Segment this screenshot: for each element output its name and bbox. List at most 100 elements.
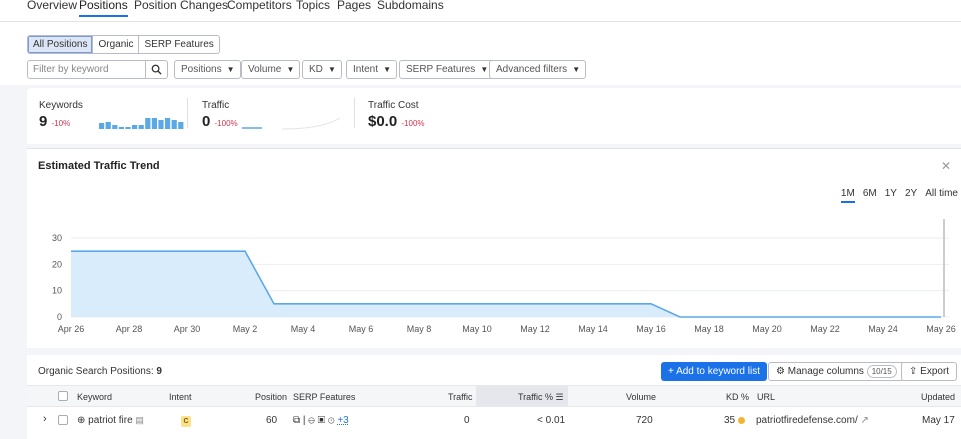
row-checkbox[interactable] [58,415,68,425]
metric-traffic-cost[interactable]: Traffic Cost $0.0 -100% [368,100,425,130]
table-title: Organic Search Positions: 9 [38,366,162,377]
advanced-filters-dropdown[interactable]: Advanced filters ▼ [489,60,587,79]
kd-dropdown-label: KD [309,64,323,75]
col-updated[interactable]: Updated [921,392,955,402]
table-row: › ⊕ patriot fire ▤ C 60 ⧉ | ⊖ ▣ ⊙ +3 0 <… [27,407,961,433]
tab-competitors[interactable]: Competitors [227,0,292,12]
metric-traffic[interactable]: Traffic 0 -100% [202,100,341,130]
table-header-row: Keyword Intent Position SERP Features Tr… [27,385,961,407]
select-all-checkbox[interactable] [58,391,68,401]
metric-keywords-change: -10% [51,119,71,128]
kd-cell: 35 [724,415,745,426]
metric-traffic-change: -100% [214,119,238,128]
col-intent[interactable]: Intent [169,392,192,402]
intent-cell: C [181,415,191,427]
positions-dropdown-label: Positions [181,64,222,75]
updated-cell: May 17 [922,415,955,426]
expand-row-icon[interactable]: › [43,413,47,425]
keyword-filter-input[interactable] [28,61,146,78]
add-circle-icon: ⊕ [77,415,86,426]
sparkline-bar [99,123,105,129]
export-icon: ⇪ [909,366,918,377]
url-link[interactable]: patriotfiredefense.com/ ↗ [756,415,869,426]
tab-pages[interactable]: Pages [337,0,371,12]
export-button[interactable]: ⇪ Export [901,362,958,381]
col-serp-features[interactable]: SERP Features [293,392,355,402]
report-tabs: Overview Positions Position Changes Comp… [0,0,961,22]
serp-more-link[interactable]: +3 [337,415,348,426]
col-traffic[interactable]: Traffic [448,392,473,402]
y-tick-label: 30 [52,233,62,243]
x-tick-label: May 24 [868,324,898,334]
tab-positions[interactable]: Positions [79,0,128,17]
serp-snapshot-icon: ▤ [135,415,144,425]
traffic-area [71,251,941,317]
divider [187,98,188,128]
metric-keywords-value: 9 -10% [39,113,71,130]
x-tick-label: May 22 [810,324,840,334]
metric-keywords-label: Keywords [39,100,83,111]
manage-columns-button[interactable]: ⚙ Manage columns 10/15 [768,362,905,381]
search-button[interactable] [145,61,167,78]
keywords-sparkline [99,118,184,129]
volume-dropdown[interactable]: Volume ▼ [241,60,301,79]
external-link-icon: ↗ [860,415,869,426]
col-traffic-pct[interactable]: Traffic % ☰ [518,392,564,403]
positions-dropdown[interactable]: Positions ▼ [174,60,241,79]
y-tick-label: 0 [57,312,62,322]
serp-features-dropdown[interactable]: SERP Features ▼ [399,60,495,79]
volume-cell: 720 [636,415,653,426]
col-volume[interactable]: Volume [626,392,656,402]
sparkline-bar [171,120,177,129]
segment-organic[interactable]: Organic [93,36,140,53]
add-to-keyword-list-button[interactable]: + Add to keyword list [661,362,767,381]
export-label: Export [920,366,950,377]
x-tick-label: May 12 [520,324,550,334]
sparkline-bar [112,125,118,129]
chevron-down-icon: ▼ [327,65,336,74]
sparkline-bar [178,122,184,129]
tab-position-changes[interactable]: Position Changes [134,0,228,12]
col-keyword[interactable]: Keyword [77,392,112,402]
x-tick-label: May 8 [407,324,432,334]
tab-overview[interactable]: Overview [27,0,77,12]
x-tick-label: Apr 30 [174,324,201,334]
metric-traffic-cost-value: $0.0 -100% [368,113,425,130]
organic-positions-table: Organic Search Positions: 9 + Add to key… [27,355,961,439]
position-cell: 60 [266,415,278,426]
filter-toolbar: All Positions Organic SERP Features Posi… [0,22,961,85]
segment-all-positions[interactable]: All Positions [28,36,94,53]
link-icon: ⊖ [308,415,315,426]
y-tick-label: 10 [52,286,62,296]
kd-difficulty-dot [737,416,745,424]
sparkline-bar [132,125,138,129]
tab-subdomains[interactable]: Subdomains [377,0,444,12]
col-url[interactable]: URL [757,392,775,402]
traffic-pct-cell: < 0.01 [537,415,566,426]
chevron-down-icon: ▼ [226,65,235,74]
sparkline-bar [138,125,144,129]
positions-count: 9 [156,366,162,377]
serp-features-dropdown-label: SERP Features [406,64,476,75]
sparkline-bar [158,120,164,129]
keyword-filter [27,60,168,79]
kd-dropdown[interactable]: KD ▼ [302,60,342,79]
sparkline-bar [151,118,157,129]
x-tick-label: Apr 28 [116,324,143,334]
intent-dropdown[interactable]: Intent ▼ [346,60,398,79]
volume-dropdown-label: Volume [248,64,282,75]
x-tick-label: May 6 [349,324,374,334]
serp-snapshot-icon: ⧉ [293,415,301,426]
x-tick-label: May 26 [926,324,956,334]
segment-serp-features[interactable]: SERP Features [139,36,218,53]
tab-topics[interactable]: Topics [296,0,330,12]
keyword-cell[interactable]: ⊕ patriot fire ▤ [77,415,144,426]
x-tick-label: Apr 26 [58,324,85,334]
serp-features-cell: ⧉ | ⊖ ▣ ⊙ +3 [293,415,349,426]
position-type-switch: All Positions Organic SERP Features [27,35,220,54]
col-position[interactable]: Position [255,392,287,402]
metric-keywords[interactable]: Keywords 9 -10% [39,100,184,130]
intent-dropdown-label: Intent [353,64,379,75]
col-kd[interactable]: KD % [726,392,749,402]
metric-traffic-label: Traffic [202,100,230,111]
